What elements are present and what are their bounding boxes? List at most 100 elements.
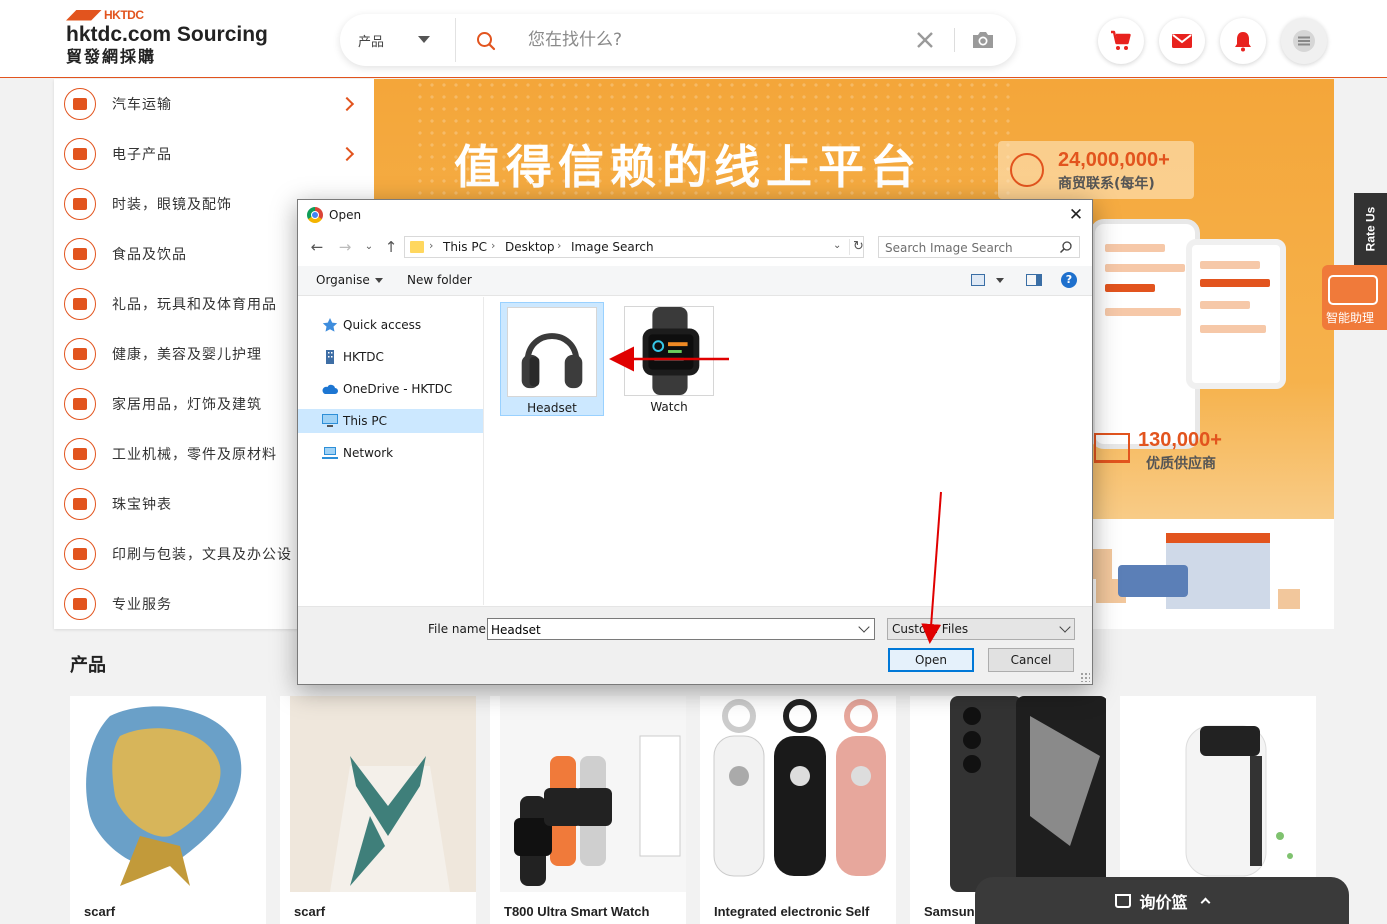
file-type-value: Custom Files: [892, 622, 969, 636]
breadcrumb-this-pc[interactable]: This PC: [443, 240, 487, 254]
file-item-watch[interactable]: Watch: [618, 302, 722, 416]
product-name: Samsun: [924, 904, 975, 919]
chevron-down-icon[interactable]: ⌄: [833, 240, 841, 251]
divider: [455, 18, 456, 62]
file-name-input[interactable]: [491, 622, 851, 637]
category-label: 健康，美容及婴儿护理: [112, 347, 262, 363]
file-name: Watch: [650, 400, 688, 414]
forward-arrow-icon[interactable]: →: [336, 238, 354, 256]
category-label: 食品及饮品: [112, 247, 187, 263]
gift-icon: [64, 288, 96, 320]
logo-brand: HKTDC: [104, 8, 144, 22]
file-name: Headset: [527, 401, 577, 415]
product-card[interactable]: scarf: [280, 696, 476, 924]
building-icon: [326, 350, 334, 364]
nav-item-this-pc[interactable]: This PC: [298, 409, 483, 433]
phone-illustration: [1186, 239, 1286, 389]
chevron-down-icon: [374, 278, 383, 283]
recent-dropdown-icon[interactable]: ⌄: [360, 238, 378, 256]
search-category-select[interactable]: 产品: [358, 31, 384, 50]
network-people-icon: [1010, 153, 1044, 187]
view-options-icon[interactable]: [971, 274, 985, 286]
fashion-icon: [64, 188, 96, 220]
pen-icon: [64, 538, 96, 570]
category-label: 专业服务: [112, 597, 172, 613]
address-bar[interactable]: › This PC › Desktop › Image Search ⌄ ↻: [404, 236, 864, 258]
nav-item-quick-access[interactable]: Quick access: [298, 313, 483, 337]
cart-button[interactable]: [1098, 18, 1144, 64]
nav-item-onedrive[interactable]: OneDrive - HKTDC: [298, 377, 483, 401]
open-file-dialog: Open ✕ ← → ⌄ ↑ › This PC › Desktop › Ima…: [297, 199, 1093, 685]
product-card[interactable]: scarf: [70, 696, 266, 924]
account-menu-button[interactable]: [1281, 18, 1327, 64]
search-input[interactable]: [528, 28, 888, 52]
category-item[interactable]: 汽车运输: [54, 79, 374, 129]
organise-menu[interactable]: Organise: [316, 273, 383, 287]
breadcrumb-separator-icon: ›: [491, 239, 496, 252]
product-card[interactable]: Integrated electronic Self: [700, 696, 896, 924]
hktdc-logo[interactable]: HKTDC hktdc.com Sourcing 貿發網採購: [66, 8, 268, 67]
file-type-select[interactable]: Custom Files: [887, 618, 1075, 640]
category-item[interactable]: 电子产品: [54, 129, 374, 179]
category-label: 珠宝钟表: [112, 497, 172, 513]
chevron-down-icon[interactable]: [418, 36, 430, 43]
close-icon[interactable]: ✕: [1062, 204, 1090, 226]
logo-title: hktdc.com Sourcing: [66, 23, 268, 46]
file-name-label: File name:: [428, 622, 490, 636]
preview-pane-icon[interactable]: [1026, 274, 1042, 286]
nav-item-hktdc[interactable]: HKTDC: [298, 345, 483, 369]
gem-icon: [64, 488, 96, 520]
breadcrumb-image-search[interactable]: Image Search: [571, 240, 654, 254]
category-label: 汽车运输: [112, 97, 172, 113]
file-item-headset[interactable]: Headset: [500, 302, 604, 416]
network-icon: [322, 447, 338, 459]
search-icon[interactable]: [476, 31, 496, 51]
cancel-button[interactable]: Cancel: [988, 648, 1074, 672]
watch-thumbnail: [624, 306, 714, 396]
messages-button[interactable]: [1159, 18, 1205, 64]
product-image: [290, 696, 476, 892]
chevron-down-icon: [1059, 621, 1071, 633]
dialog-titlebar[interactable]: Open ✕: [298, 200, 1092, 230]
inquiry-basket-button[interactable]: 询价篮: [975, 877, 1349, 924]
refresh-icon[interactable]: ↻: [849, 239, 864, 255]
category-label: 印刷与包装，文具及办公设: [112, 547, 292, 563]
camera-icon[interactable]: [970, 29, 996, 51]
category-label: 工业机械，零件及原材料: [112, 447, 277, 463]
product-card[interactable]: T800 Ultra Smart Watch: [490, 696, 686, 924]
chevron-right-icon: [339, 146, 355, 162]
clear-icon[interactable]: [914, 29, 936, 51]
site-header: HKTDC hktdc.com Sourcing 貿發網採購 产品: [0, 0, 1387, 78]
chrome-icon: [307, 207, 323, 223]
product-image: [920, 696, 1106, 892]
open-button[interactable]: Open: [888, 648, 974, 672]
rate-us-tab[interactable]: Rate Us: [1354, 193, 1387, 265]
up-arrow-icon[interactable]: ↑: [382, 238, 400, 256]
file-name-combobox[interactable]: [487, 618, 875, 640]
new-folder-button[interactable]: New folder: [407, 273, 472, 287]
folder-search-box[interactable]: [878, 236, 1080, 258]
product-image: [86, 706, 242, 886]
search-icon: [1059, 241, 1072, 254]
nav-item-network[interactable]: Network: [298, 441, 483, 465]
breadcrumb-separator-icon: ›: [429, 239, 434, 252]
chevron-down-icon[interactable]: [996, 278, 1004, 283]
help-icon[interactable]: ?: [1061, 272, 1077, 288]
electronics-icon: [64, 138, 96, 170]
category-label: 礼品，玩具和及体育用品: [112, 297, 277, 313]
mail-icon: [1172, 34, 1192, 48]
folder-search-input[interactable]: [885, 240, 1053, 255]
chat-icon: [1328, 275, 1378, 305]
nav-label: OneDrive - HKTDC: [343, 382, 453, 396]
dialog-title: Open: [329, 208, 362, 222]
resize-grip[interactable]: [1080, 672, 1090, 682]
file-list: Headset Watch: [485, 297, 1092, 605]
dialog-toolbar: Organise New folder ?: [298, 266, 1092, 296]
chevron-down-icon[interactable]: [858, 621, 870, 633]
back-arrow-icon[interactable]: ←: [308, 238, 326, 256]
breadcrumb-desktop[interactable]: Desktop: [505, 240, 555, 254]
notifications-button[interactable]: [1220, 18, 1266, 64]
stat-label: 优质供应商: [1146, 456, 1216, 472]
ai-assistant-button[interactable]: 智能助理: [1322, 265, 1387, 330]
products-heading: 产品: [70, 655, 106, 676]
